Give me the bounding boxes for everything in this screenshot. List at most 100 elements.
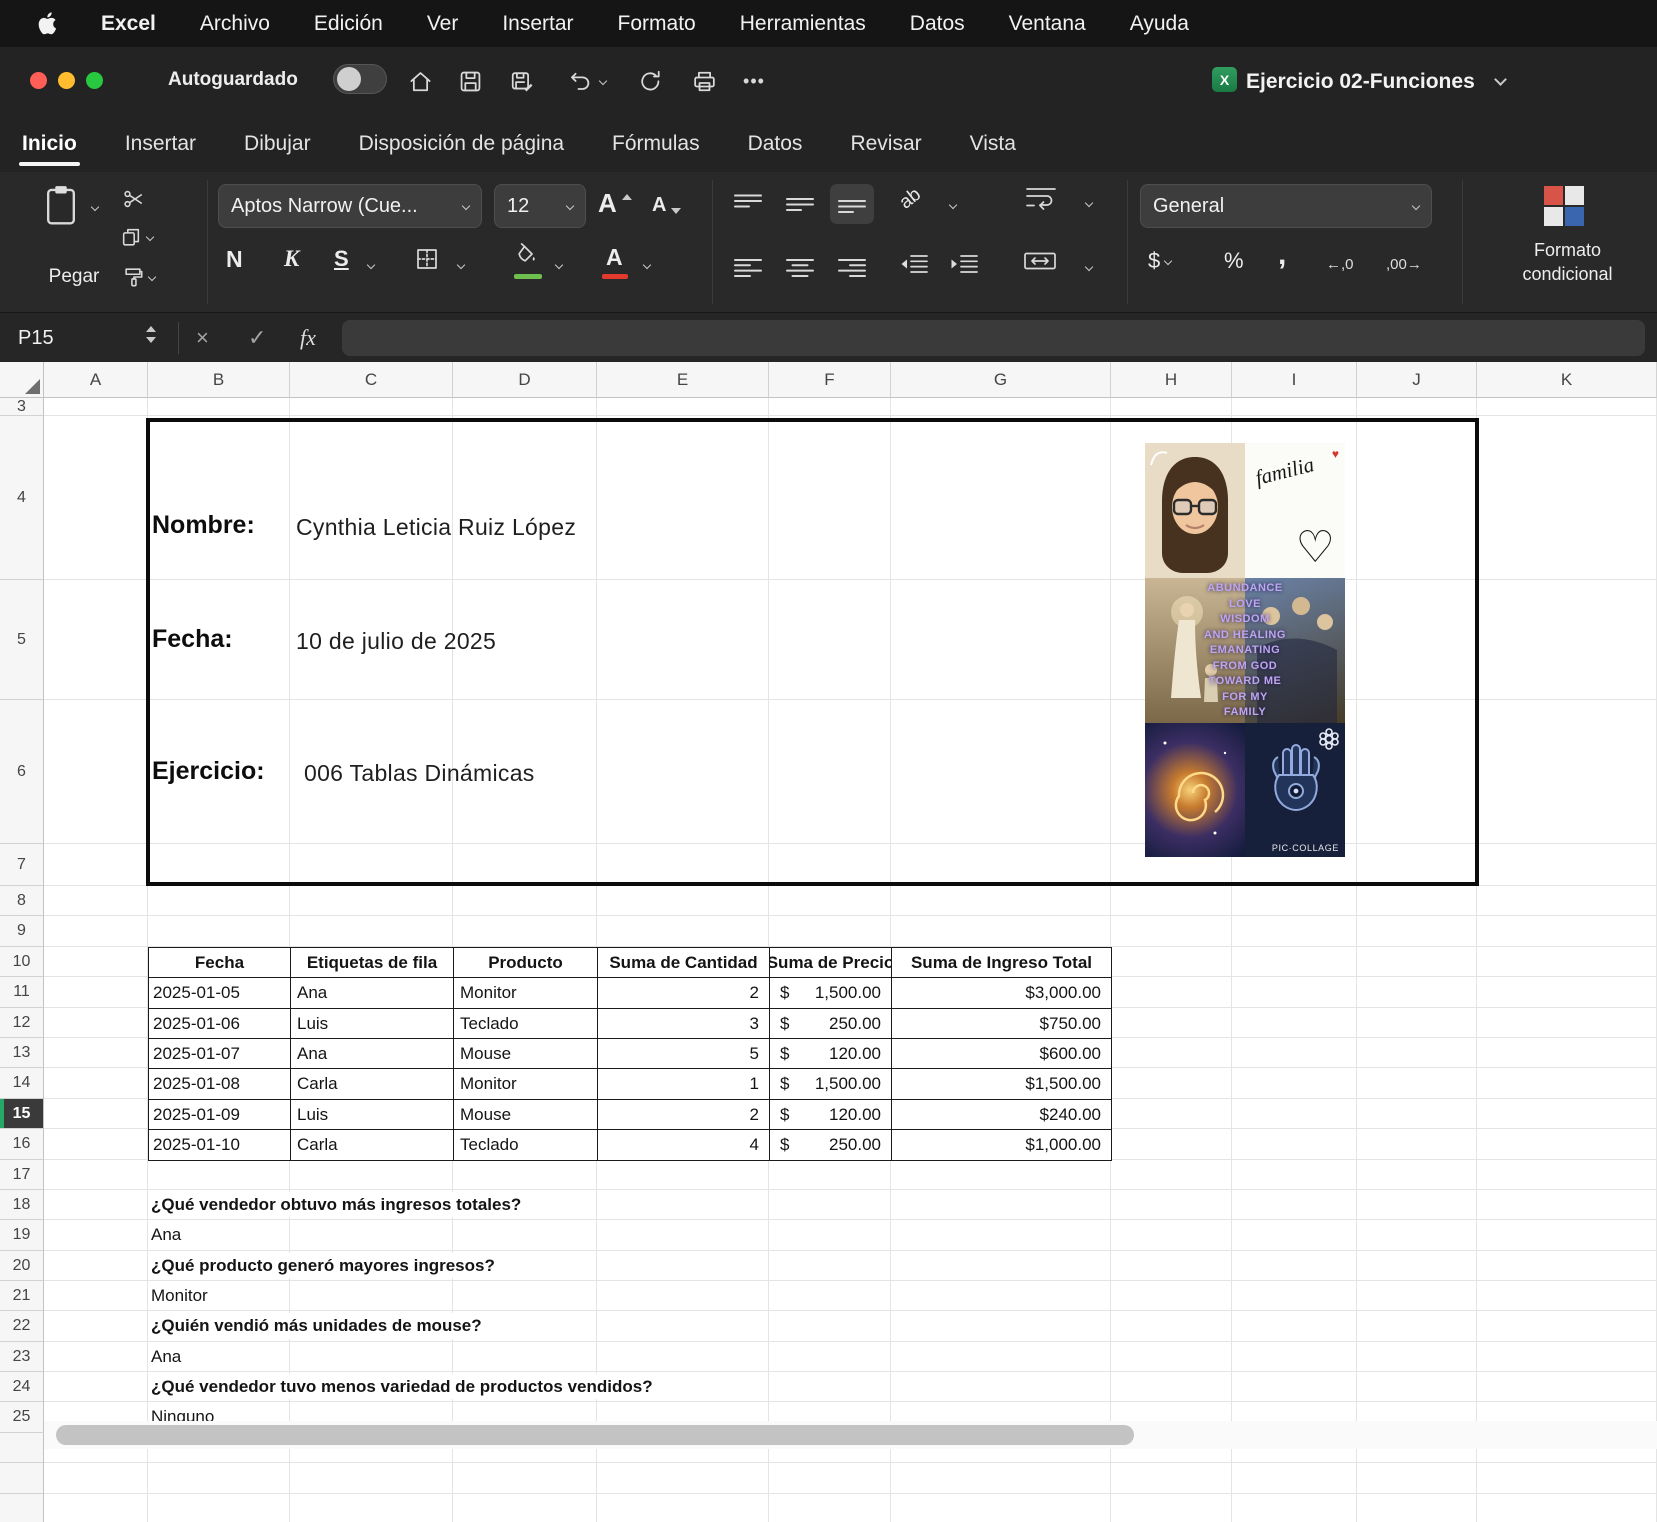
fill-color-button[interactable]	[512, 242, 538, 268]
print-button[interactable]	[686, 64, 722, 98]
cell-A14[interactable]	[44, 1068, 148, 1099]
ribbon-tab-disposicion-de-pagina[interactable]: Disposición de página	[359, 115, 564, 172]
cell-H28[interactable]	[1111, 1494, 1232, 1522]
row-header-15[interactable]: 15	[0, 1099, 44, 1129]
paste-button[interactable]: Pegar	[26, 180, 122, 304]
row-header-6[interactable]: 6	[0, 700, 44, 844]
ribbon-tab-formulas[interactable]: Fórmulas	[612, 115, 700, 172]
minimize-window-button[interactable]	[58, 72, 75, 89]
cell-I14[interactable]	[1232, 1068, 1357, 1099]
cell-G19[interactable]	[891, 1220, 1111, 1251]
column-header-J[interactable]: J	[1357, 362, 1477, 398]
row-header-25[interactable]: 25	[0, 1402, 44, 1433]
column-header-B[interactable]: B	[148, 362, 290, 398]
pivot-header-fecha[interactable]: Fecha	[149, 948, 291, 978]
cell-J17[interactable]	[1357, 1160, 1477, 1190]
cell-F17[interactable]	[769, 1160, 891, 1190]
cell-A21[interactable]	[44, 1281, 148, 1311]
cell-D21[interactable]	[453, 1281, 597, 1311]
column-header-E[interactable]: E	[597, 362, 769, 398]
column-header-C[interactable]: C	[290, 362, 453, 398]
pivot-cell-precio[interactable]: $250.00	[770, 1130, 892, 1161]
row-header-24[interactable]: 24	[0, 1372, 44, 1402]
cell-B3[interactable]	[148, 398, 290, 416]
cell-J9[interactable]	[1357, 916, 1477, 947]
pivot-cell-cantidad[interactable]: 1	[598, 1069, 770, 1100]
cell-E7[interactable]	[597, 844, 769, 886]
cell-A17[interactable]	[44, 1160, 148, 1190]
cell-D4[interactable]	[453, 416, 597, 580]
cell-J24[interactable]	[1357, 1372, 1477, 1402]
align-center-button[interactable]	[778, 248, 822, 288]
cell-H10[interactable]	[1111, 947, 1232, 977]
cell-F24[interactable]	[769, 1372, 891, 1402]
cell-B8[interactable]	[148, 886, 290, 916]
align-right-button[interactable]	[830, 248, 874, 288]
cell-H24[interactable]	[1111, 1372, 1232, 1402]
cell-B9[interactable]	[148, 916, 290, 947]
cell-H18[interactable]	[1111, 1190, 1232, 1220]
cell-D28[interactable]	[453, 1494, 597, 1522]
cell-I8[interactable]	[1232, 886, 1357, 916]
align-middle-button[interactable]	[778, 184, 822, 224]
increase-indent-button[interactable]	[948, 252, 980, 276]
align-top-button[interactable]	[726, 184, 770, 224]
cell-F9[interactable]	[769, 916, 891, 947]
column-header-G[interactable]: G	[891, 362, 1111, 398]
name-box[interactable]: P15	[18, 313, 54, 363]
cell-J3[interactable]	[1357, 398, 1477, 416]
cell-J10[interactable]	[1357, 947, 1477, 977]
close-window-button[interactable]	[30, 72, 47, 89]
cell-K20[interactable]	[1477, 1251, 1657, 1281]
row-header-9[interactable]: 9	[0, 916, 44, 947]
cell-E21[interactable]	[597, 1281, 769, 1311]
cell-K14[interactable]	[1477, 1068, 1657, 1099]
cell-F18[interactable]	[769, 1190, 891, 1220]
cell-H27[interactable]	[1111, 1463, 1232, 1494]
align-left-button[interactable]	[726, 248, 770, 288]
font-name-select[interactable]: Aptos Narrow (Cue...	[218, 184, 482, 228]
cell-H14[interactable]	[1111, 1068, 1232, 1099]
cell-G24[interactable]	[891, 1372, 1111, 1402]
cell-A15[interactable]	[44, 1099, 148, 1129]
cell-A7[interactable]	[44, 844, 148, 886]
pivot-cell-precio[interactable]: $1,500.00	[770, 1069, 892, 1100]
cell-I22[interactable]	[1232, 1311, 1357, 1342]
pivot-cell-ingreso[interactable]: $600.00	[892, 1039, 1112, 1069]
row-header-10[interactable]: 10	[0, 947, 44, 977]
row-header-16[interactable]: 16	[0, 1129, 44, 1160]
cell-K6[interactable]	[1477, 700, 1657, 844]
horizontal-scrollbar-track[interactable]	[44, 1421, 1657, 1449]
pivot-cell-cantidad[interactable]: 3	[598, 1009, 770, 1039]
pivot-cell-producto[interactable]: Monitor	[454, 978, 598, 1009]
pivot-cell-ingreso[interactable]: $240.00	[892, 1100, 1112, 1130]
pivot-cell-vendedor[interactable]: Luis	[291, 1009, 454, 1039]
cell-J4[interactable]	[1357, 416, 1477, 580]
comma-format-button[interactable]: ,	[1278, 238, 1286, 272]
font-color-chevron-icon[interactable]	[643, 261, 651, 269]
cell-H3[interactable]	[1111, 398, 1232, 416]
cell-F19[interactable]	[769, 1220, 891, 1251]
increase-decimal-button[interactable]: ←,0	[1326, 256, 1354, 273]
fill-color-chevron-icon[interactable]	[555, 261, 563, 269]
cell-I28[interactable]	[1232, 1494, 1357, 1522]
cell-I23[interactable]	[1232, 1342, 1357, 1372]
cell-K3[interactable]	[1477, 398, 1657, 416]
pivot-cell-vendedor[interactable]: Ana	[291, 1039, 454, 1069]
menu-item-herramientas[interactable]: Herramientas	[740, 12, 866, 36]
cell-I12[interactable]	[1232, 1008, 1357, 1038]
font-color-button[interactable]: A	[606, 244, 623, 271]
cell-J12[interactable]	[1357, 1008, 1477, 1038]
column-header-H[interactable]: H	[1111, 362, 1232, 398]
cell-J15[interactable]	[1357, 1099, 1477, 1129]
cell-A22[interactable]	[44, 1311, 148, 1342]
cell-B17[interactable]	[148, 1160, 290, 1190]
cell-I10[interactable]	[1232, 947, 1357, 977]
cell-A9[interactable]	[44, 916, 148, 947]
decrease-font-size-button[interactable]: A	[652, 194, 681, 217]
cell-A13[interactable]	[44, 1038, 148, 1068]
cell-F3[interactable]	[769, 398, 891, 416]
cell-I27[interactable]	[1232, 1463, 1357, 1494]
cut-button[interactable]	[122, 188, 144, 210]
cell-H17[interactable]	[1111, 1160, 1232, 1190]
